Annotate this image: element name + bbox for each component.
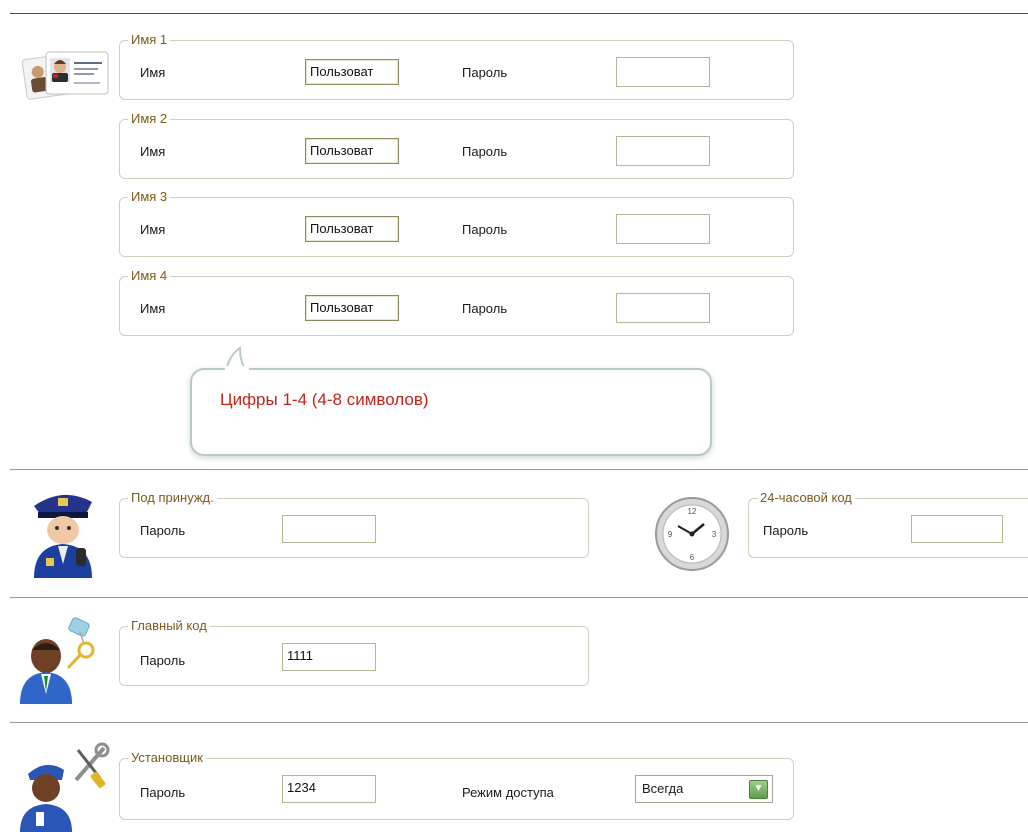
section-divider [10, 597, 1028, 598]
installer-password-input[interactable]: 1234 [282, 775, 376, 803]
access-mode-select[interactable]: Всегда ▼ [635, 775, 773, 803]
name-input[interactable]: Пользоват [305, 59, 399, 85]
user-key-icon [20, 617, 95, 704]
access-mode-value: Всегда [642, 781, 684, 796]
code24-password-input[interactable] [911, 515, 1003, 543]
password-label: Пароль [462, 222, 508, 237]
user-group-legend: Имя 1 [128, 32, 171, 48]
master-group: Главный код Пароль 1111 [119, 618, 589, 686]
password-label: Пароль [140, 785, 186, 800]
access-mode-label: Режим доступа [462, 785, 554, 800]
section-divider [10, 722, 1028, 723]
password-label: Пароль [140, 523, 186, 538]
svg-text:9: 9 [668, 530, 673, 539]
svg-text:6: 6 [690, 553, 695, 562]
top-divider [10, 13, 1028, 14]
hint-text: Цифры 1-4 (4-8 символов) [220, 390, 429, 409]
svg-text:3: 3 [712, 530, 717, 539]
password-label: Пароль [462, 144, 508, 159]
password-label: Пароль [140, 653, 186, 668]
master-password-input[interactable]: 1111 [282, 643, 376, 671]
master-legend: Главный код [128, 618, 210, 634]
name-label: Имя [140, 301, 166, 316]
password-input[interactable] [616, 57, 710, 87]
user-group-3: Имя 3 Имя Пользоват Пароль [119, 189, 794, 257]
installer-group: Установщик Пароль 1234 Режим доступа Все… [119, 750, 794, 820]
name-input[interactable]: Пользоват [305, 216, 399, 242]
wall-clock-icon: 12 3 6 9 [655, 497, 729, 571]
duress-group: Под принужд. Пароль [119, 490, 589, 558]
installer-tools-icon [20, 742, 110, 832]
code24-group: 24-часовой код Пароль [748, 490, 1028, 558]
police-officer-icon [34, 494, 92, 578]
name-label: Имя [140, 65, 166, 80]
user-group-legend: Имя 2 [128, 111, 171, 127]
name-input[interactable]: Пользоват [305, 295, 399, 321]
installer-legend: Установщик [128, 750, 206, 766]
user-group-2: Имя 2 Имя Пользоват Пароль [119, 111, 794, 179]
duress-password-input[interactable] [282, 515, 376, 543]
name-label: Имя [140, 144, 166, 159]
user-group-legend: Имя 4 [128, 268, 171, 284]
section-divider [10, 469, 1028, 470]
id-cards-icon [21, 51, 109, 100]
user-group-4: Имя 4 Имя Пользоват Пароль [119, 268, 794, 336]
name-input[interactable]: Пользоват [305, 138, 399, 164]
password-input[interactable] [616, 136, 710, 166]
password-input[interactable] [616, 214, 710, 244]
password-label: Пароль [462, 301, 508, 316]
chevron-down-icon[interactable]: ▼ [749, 780, 768, 799]
user-group-1: Имя 1 Имя Пользоват Пароль [119, 32, 794, 100]
code24-legend: 24-часовой код [757, 490, 855, 506]
hint-bubble: Цифры 1-4 (4-8 символов) [190, 368, 712, 456]
bubble-tail-cover [225, 366, 249, 372]
password-label: Пароль [462, 65, 508, 80]
duress-legend: Под принужд. [128, 490, 217, 506]
name-label: Имя [140, 222, 166, 237]
user-group-legend: Имя 3 [128, 189, 171, 205]
svg-text:12: 12 [688, 507, 697, 516]
password-input[interactable] [616, 293, 710, 323]
password-label: Пароль [763, 523, 809, 538]
